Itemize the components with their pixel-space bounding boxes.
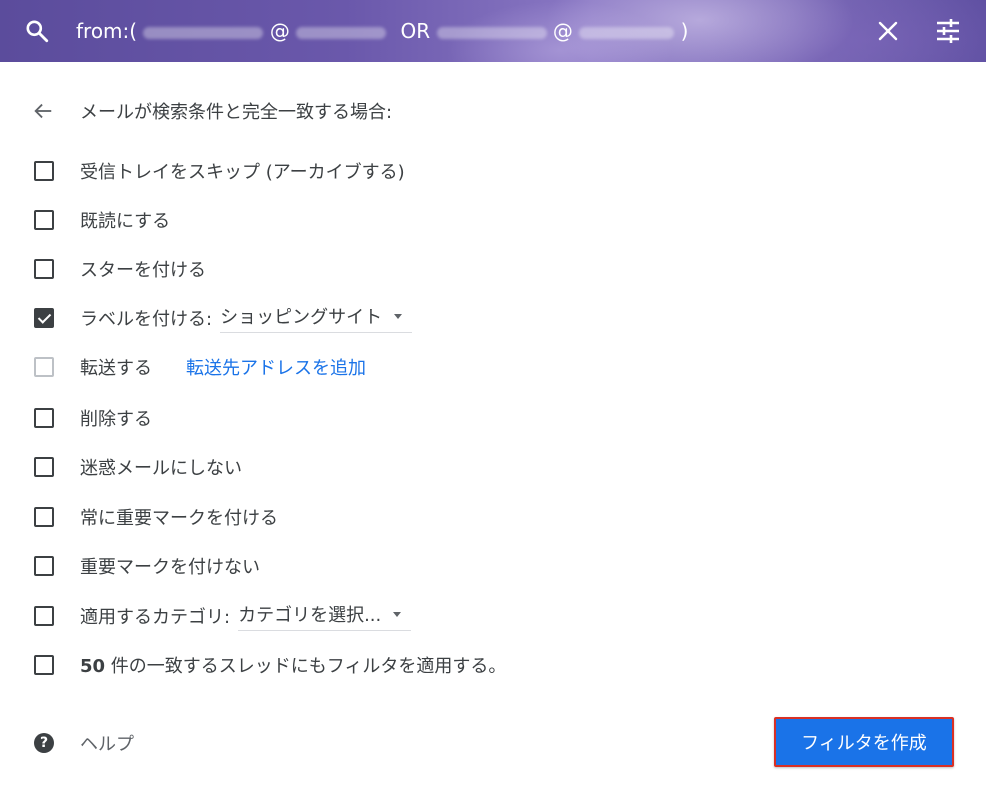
never-important-checkbox[interactable] bbox=[34, 556, 54, 576]
dropdown-caret-icon bbox=[394, 313, 403, 319]
close-icon[interactable] bbox=[876, 19, 900, 43]
query-at-1: @ bbox=[269, 19, 290, 43]
forward-checkbox[interactable] bbox=[34, 357, 54, 377]
redacted-text bbox=[143, 26, 264, 39]
apply-existing-checkbox[interactable] bbox=[34, 655, 54, 675]
option-skip-inbox[interactable]: 受信トレイをスキップ (アーカイブする) bbox=[34, 157, 405, 185]
mark-read-checkbox[interactable] bbox=[34, 210, 54, 230]
option-never-important[interactable]: 重要マークを付けない bbox=[34, 552, 260, 580]
apply-label-checkbox[interactable] bbox=[34, 308, 54, 328]
query-suffix: ) bbox=[680, 19, 689, 43]
redacted-text bbox=[436, 26, 547, 39]
query-or: OR bbox=[400, 19, 431, 43]
apply-label-label: ラベルを付ける: bbox=[80, 309, 213, 330]
search-query[interactable]: from:( @ OR @ ) bbox=[76, 17, 688, 45]
skip-inbox-label: 受信トレイをスキップ (アーカイブする) bbox=[80, 162, 405, 183]
category-label: 適用するカテゴリ: bbox=[80, 607, 231, 628]
thread-count: 50 bbox=[80, 656, 106, 677]
mark-read-label: 既読にする bbox=[80, 211, 171, 232]
apply-existing-label: 50 件の一致するスレッドにもフィルタを適用する。 bbox=[80, 652, 506, 678]
never-important-label: 重要マークを付けない bbox=[80, 557, 260, 578]
label-select-value: ショッピングサイト bbox=[220, 307, 383, 328]
back-arrow-icon[interactable] bbox=[32, 100, 54, 122]
option-always-important[interactable]: 常に重要マークを付ける bbox=[34, 503, 278, 531]
create-filter-button[interactable]: フィルタを作成 bbox=[774, 717, 954, 767]
delete-label: 削除する bbox=[80, 409, 152, 430]
search-bar: from:( @ OR @ ) bbox=[0, 0, 986, 62]
always-important-checkbox[interactable] bbox=[34, 507, 54, 527]
delete-checkbox[interactable] bbox=[34, 408, 54, 428]
help-icon: ? bbox=[34, 733, 54, 753]
always-important-label: 常に重要マークを付ける bbox=[80, 508, 278, 529]
redacted-text bbox=[579, 26, 675, 39]
search-options-icon[interactable] bbox=[934, 18, 962, 44]
option-star[interactable]: スターを付ける bbox=[34, 255, 206, 283]
option-apply-label[interactable]: ラベルを付ける: ショッピングサイト bbox=[34, 303, 413, 333]
forward-label: 転送する bbox=[80, 358, 152, 379]
label-select[interactable]: ショッピングサイト bbox=[220, 303, 413, 333]
add-forwarding-address-link[interactable]: 転送先アドレスを追加 bbox=[186, 354, 366, 380]
option-apply-existing[interactable]: 50 件の一致するスレッドにもフィルタを適用する。 bbox=[34, 651, 506, 679]
option-delete[interactable]: 削除する bbox=[34, 404, 152, 432]
star-label: スターを付ける bbox=[80, 260, 206, 281]
skip-inbox-checkbox[interactable] bbox=[34, 161, 54, 181]
help-label: ヘルプ bbox=[80, 734, 134, 755]
option-mark-read[interactable]: 既読にする bbox=[34, 206, 170, 234]
help-link[interactable]: ? ヘルプ bbox=[34, 730, 134, 756]
never-spam-label: 迷惑メールにしない bbox=[80, 458, 242, 479]
apply-existing-text: 件の一致するスレッドにもフィルタを適用する。 bbox=[105, 656, 507, 677]
query-prefix: from:( bbox=[76, 19, 138, 43]
option-never-spam[interactable]: 迷惑メールにしない bbox=[34, 453, 242, 481]
filter-header-title: メールが検索条件と完全一致する場合: bbox=[80, 102, 393, 123]
dropdown-caret-icon bbox=[393, 611, 402, 617]
search-icon[interactable] bbox=[24, 18, 50, 44]
category-select-value: カテゴリを選択... bbox=[238, 605, 382, 626]
category-select[interactable]: カテゴリを選択... bbox=[238, 601, 412, 631]
never-spam-checkbox[interactable] bbox=[34, 457, 54, 477]
filter-header: メールが検索条件と完全一致する場合: bbox=[32, 96, 392, 126]
redacted-text bbox=[296, 26, 387, 39]
option-category[interactable]: 適用するカテゴリ: カテゴリを選択... bbox=[34, 601, 412, 631]
category-checkbox[interactable] bbox=[34, 606, 54, 626]
option-forward[interactable]: 転送する 転送先アドレスを追加 bbox=[34, 353, 366, 381]
query-at-2: @ bbox=[552, 19, 573, 43]
star-checkbox[interactable] bbox=[34, 259, 54, 279]
